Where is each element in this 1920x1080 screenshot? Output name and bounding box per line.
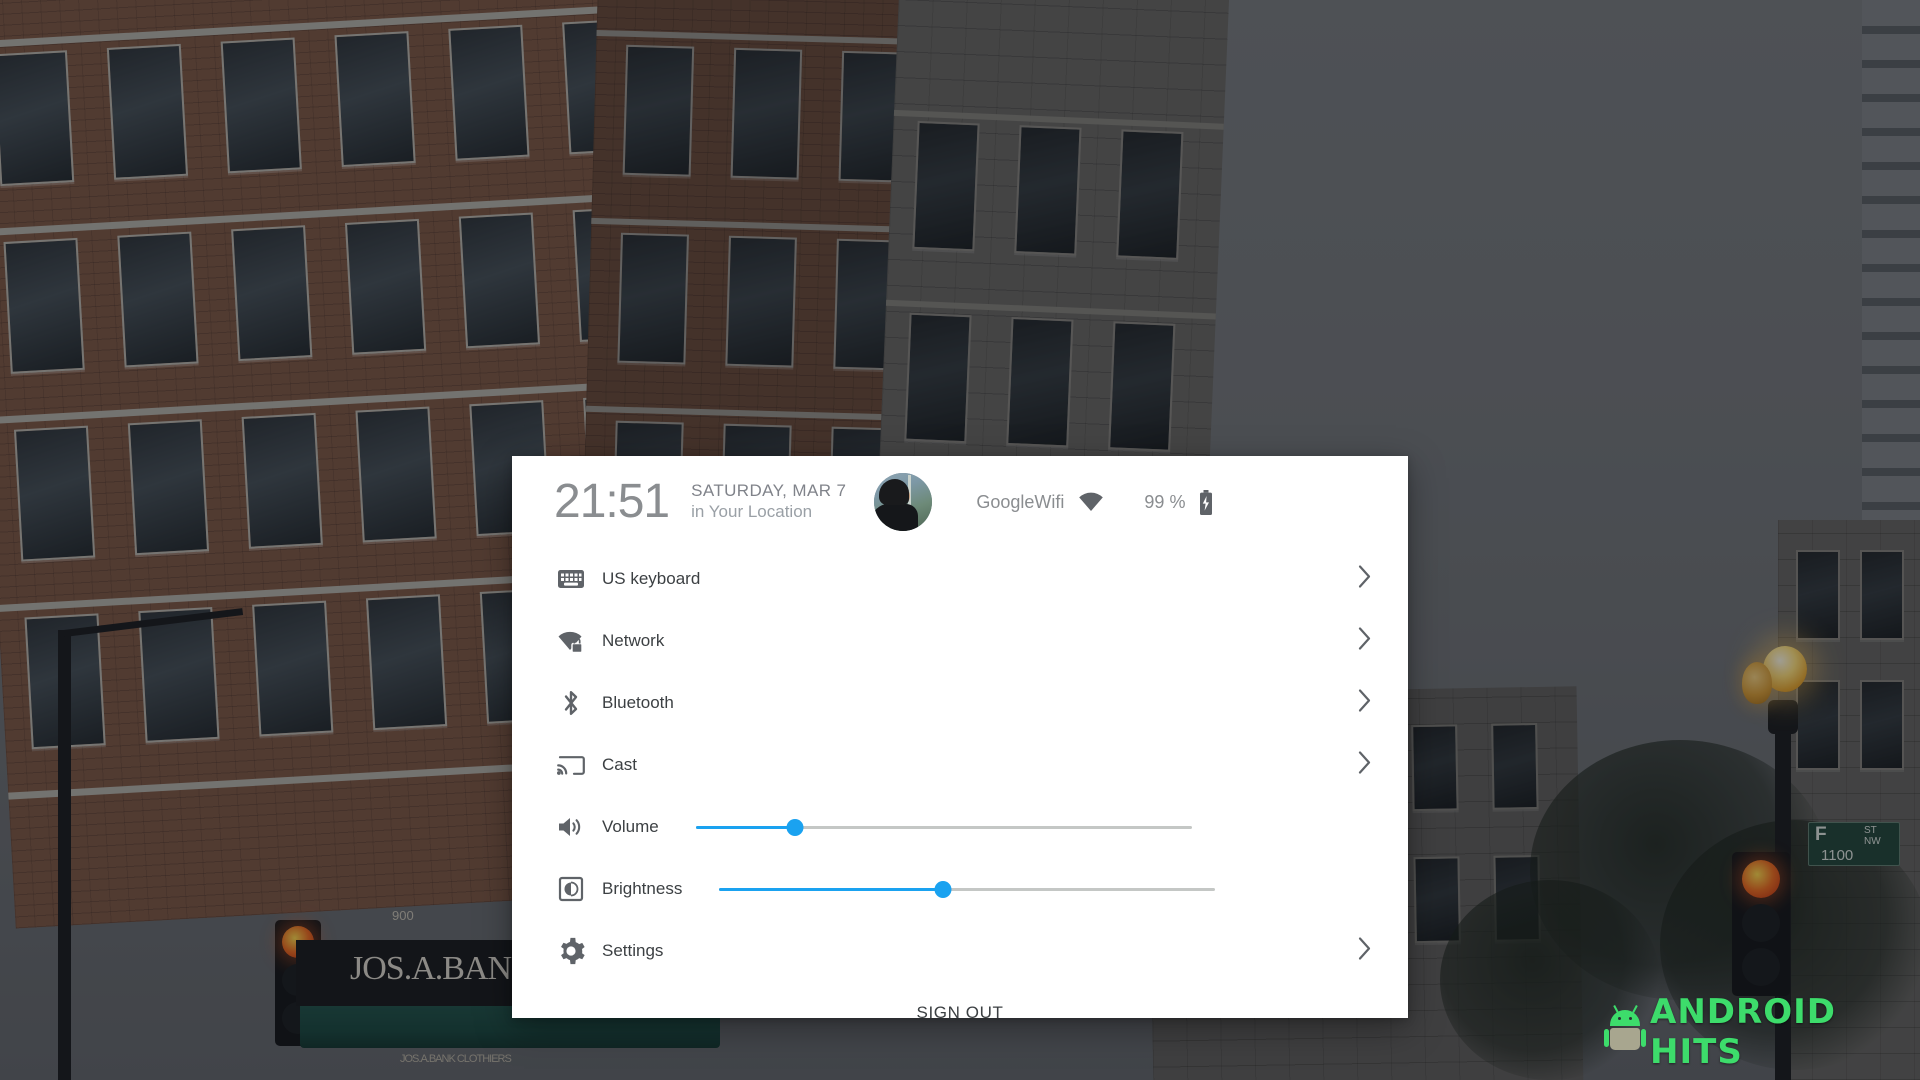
chevron-right-icon[interactable]	[1358, 627, 1372, 656]
tray-row-settings[interactable]: Settings	[512, 920, 1408, 982]
date-location-block: SATURDAY, MAR 7 in Your Location	[691, 481, 846, 522]
tray-row-volume[interactable]: Volume	[512, 796, 1408, 858]
battery-percent-text: 99 %	[1144, 491, 1186, 512]
chevron-right-icon[interactable]	[1358, 751, 1372, 780]
wifi-lock-icon	[554, 624, 588, 658]
keyboard-icon	[554, 562, 588, 596]
tray-row-label: US keyboard	[602, 569, 701, 588]
volume-slider-fill	[695, 826, 795, 829]
avatar[interactable]	[874, 473, 933, 531]
volume-slider[interactable]	[695, 817, 1192, 837]
system-tray-panel: 21:51 SATURDAY, MAR 7 in Your Location G…	[512, 456, 1408, 1022]
chevron-right-icon[interactable]	[1358, 689, 1372, 718]
tray-row-label: Bluetooth	[602, 693, 674, 712]
volume-icon	[554, 810, 588, 844]
bluetooth-icon	[554, 686, 588, 720]
chevron-right-icon[interactable]	[1358, 937, 1372, 966]
network-battery-status: GoogleWifi 99 %	[976, 489, 1213, 515]
wifi-icon	[1078, 492, 1104, 512]
cast-icon	[554, 748, 588, 782]
brightness-icon	[554, 872, 588, 906]
tray-row-label: Network	[602, 631, 665, 650]
tray-row-us-keyboard[interactable]: US keyboard	[512, 548, 1408, 610]
tray-row-label: Cast	[602, 755, 637, 774]
tray-row-label: Volume	[602, 817, 659, 836]
location-text: in Your Location	[691, 502, 813, 521]
tray-row-label: Settings	[602, 941, 664, 960]
brightness-slider-fill	[719, 888, 943, 891]
tray-row-cast[interactable]: Cast	[512, 734, 1408, 796]
watermark-text: ANDROID HITS	[1650, 992, 1836, 1072]
android-hits-watermark: ANDROID HITS	[1604, 992, 1920, 1072]
gear-icon	[554, 934, 588, 968]
tray-row-network[interactable]: Network	[512, 610, 1408, 672]
clock-time: 21:51	[554, 475, 670, 528]
tray-row-bluetooth[interactable]: Bluetooth	[512, 672, 1408, 734]
volume-slider-thumb[interactable]	[786, 819, 804, 836]
network-name-text: GoogleWifi	[976, 491, 1065, 512]
tray-row-label: Brightness	[602, 879, 683, 898]
tray-header: 21:51 SATURDAY, MAR 7 in Your Location G…	[512, 456, 1408, 548]
brightness-slider-thumb[interactable]	[934, 881, 952, 898]
tray-row-brightness[interactable]: Brightness	[512, 858, 1408, 920]
sign-out-button[interactable]: SIGN OUT	[917, 1003, 1004, 1023]
battery-charging-icon	[1199, 489, 1213, 515]
sign-out-row: SIGN OUT	[512, 982, 1408, 1044]
date-text: SATURDAY, MAR 7	[691, 481, 847, 501]
android-robot-icon	[1604, 1004, 1646, 1054]
chevron-right-icon[interactable]	[1358, 565, 1372, 594]
brightness-slider[interactable]	[719, 879, 1216, 899]
